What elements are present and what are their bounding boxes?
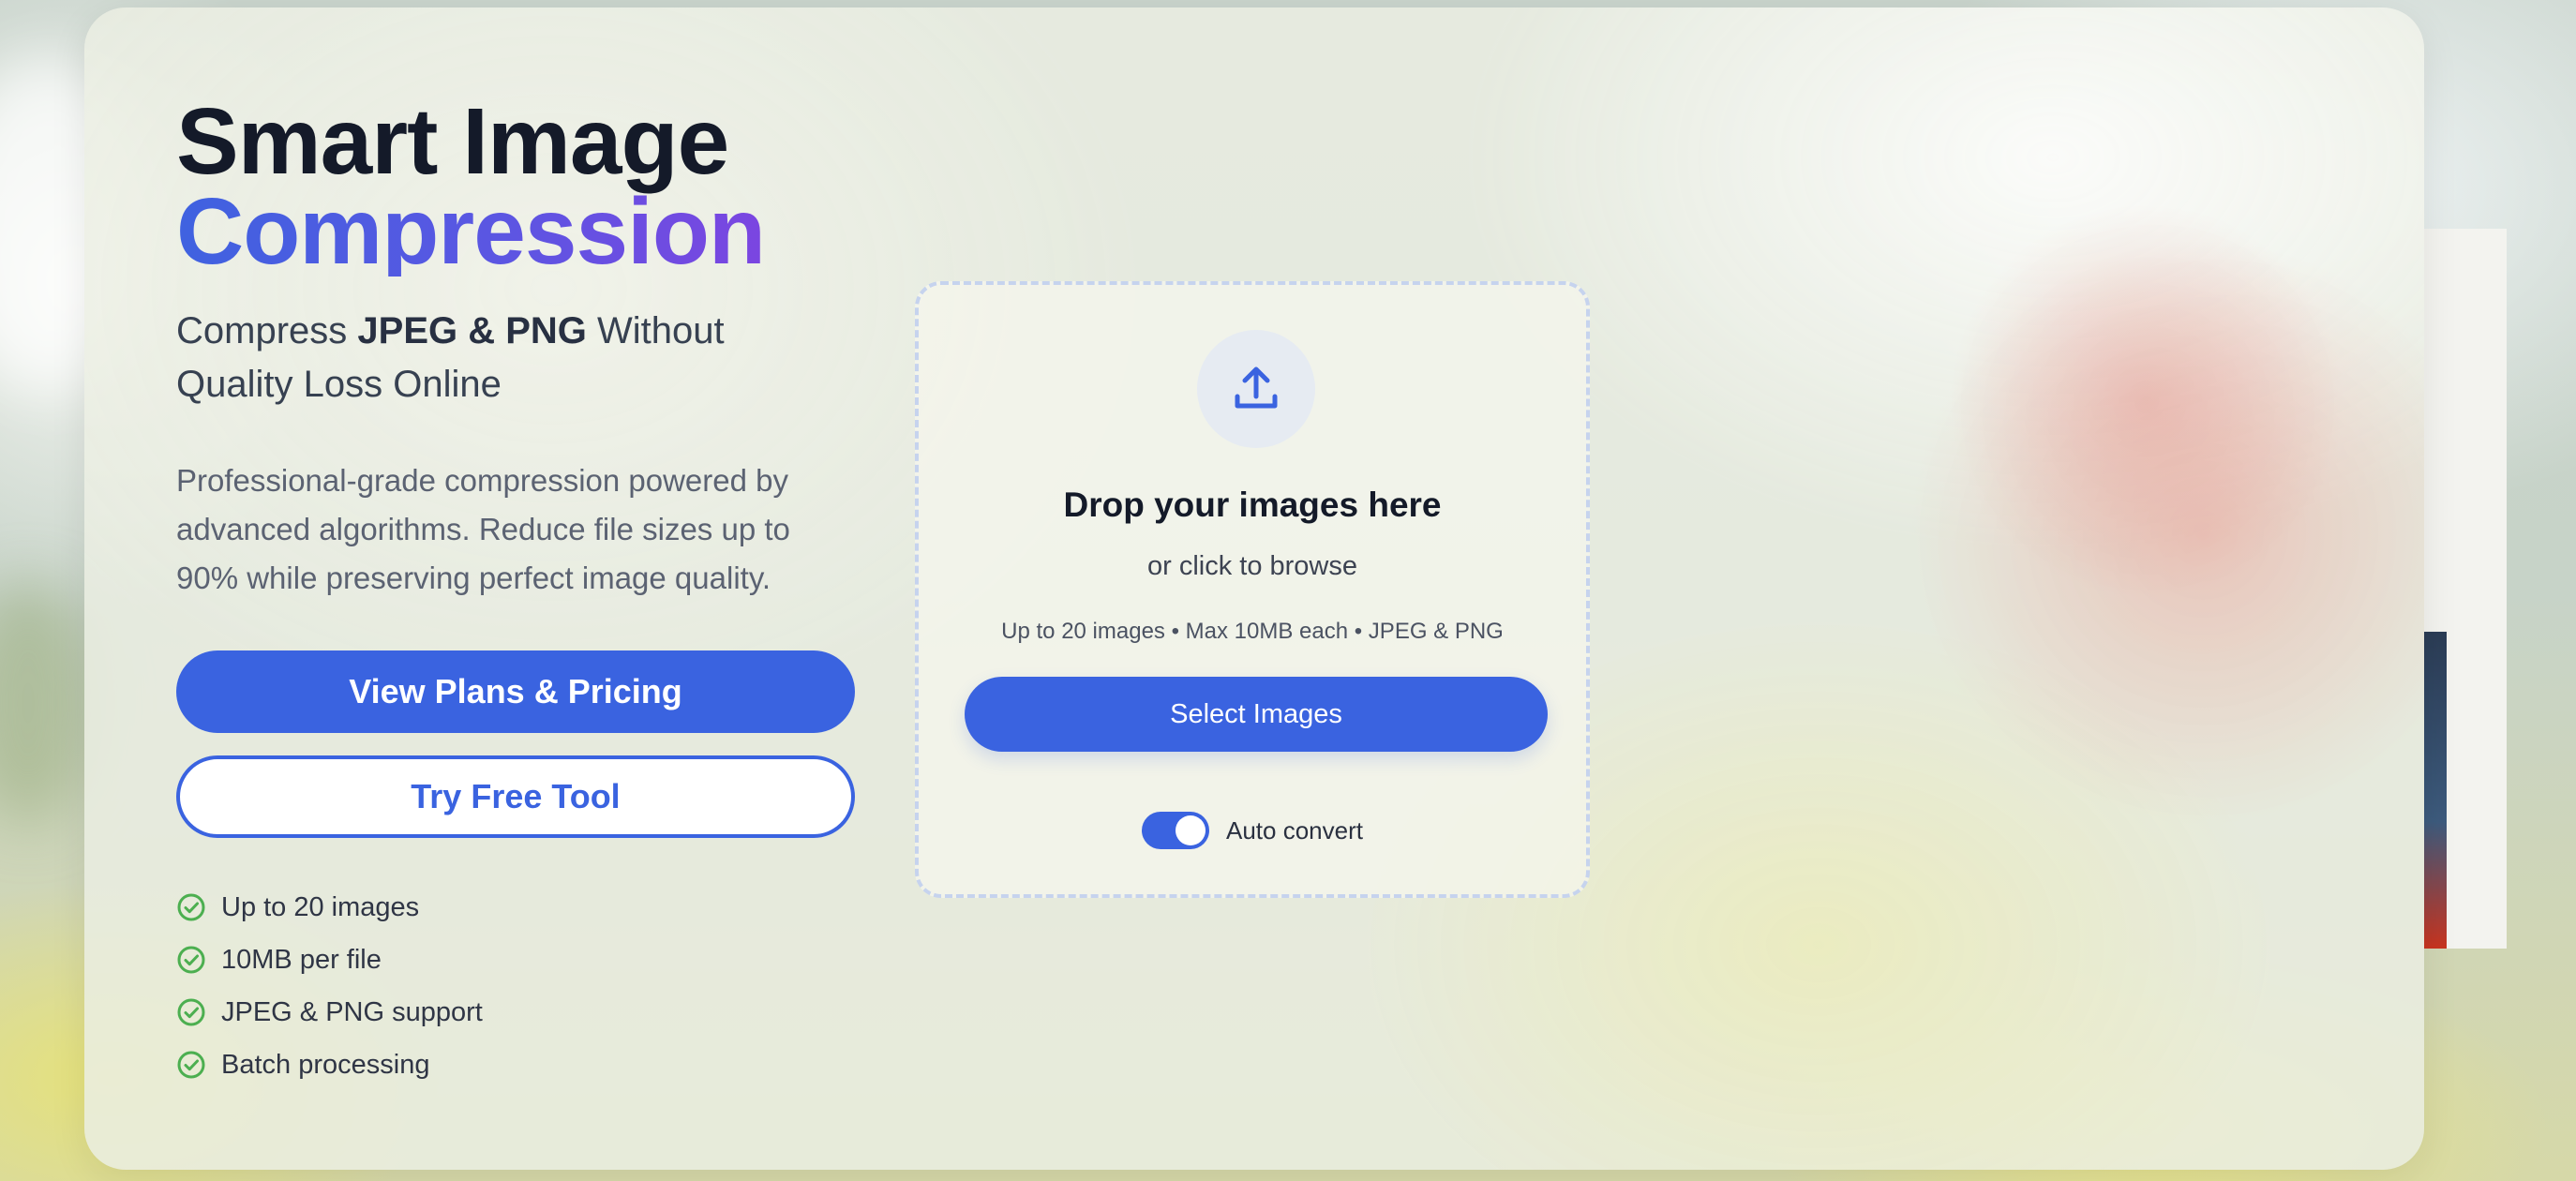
feature-item: Up to 20 images bbox=[176, 881, 483, 934]
feature-item: JPEG & PNG support bbox=[176, 986, 483, 1039]
auto-convert-label: Auto convert bbox=[1226, 815, 1363, 845]
check-circle-icon bbox=[177, 1051, 205, 1079]
check-circle-icon bbox=[177, 946, 205, 974]
auto-convert-toggle[interactable] bbox=[1142, 812, 1209, 849]
dropzone-title: Drop your images here bbox=[1063, 486, 1442, 524]
subtitle-prefix: Compress bbox=[176, 310, 358, 351]
background-image-panel bbox=[2424, 229, 2507, 949]
hero-subtitle: Compress JPEG & PNG Without Quality Loss… bbox=[176, 305, 832, 411]
upload-icon bbox=[1235, 366, 1278, 409]
feature-label: JPEG & PNG support bbox=[221, 996, 483, 1027]
view-plans-button[interactable]: View Plans & Pricing bbox=[176, 650, 855, 733]
feature-item: 10MB per file bbox=[176, 934, 483, 986]
hero-description: Professional-grade compression powered b… bbox=[176, 463, 790, 595]
subtitle-emphasis: JPEG & PNG bbox=[357, 310, 587, 351]
check-circle-icon bbox=[177, 893, 205, 921]
toggle-knob bbox=[1176, 815, 1206, 845]
feature-item: Batch processing bbox=[176, 1039, 483, 1091]
feature-label: Batch processing bbox=[221, 1049, 430, 1080]
feature-label: Up to 20 images bbox=[221, 891, 420, 922]
upload-icon-circle bbox=[1197, 330, 1315, 448]
try-free-tool-button[interactable]: Try Free Tool bbox=[176, 755, 855, 838]
check-circle-icon bbox=[177, 998, 205, 1026]
title-line-2: Compression bbox=[176, 185, 889, 278]
dropzone-limits: Up to 20 images • Max 10MB each • JPEG &… bbox=[1001, 619, 1504, 644]
background-image-strip bbox=[2424, 632, 2447, 949]
select-images-button[interactable]: Select Images bbox=[965, 677, 1548, 752]
feature-label: 10MB per file bbox=[221, 944, 382, 975]
auto-convert-row: Auto convert bbox=[919, 812, 1586, 849]
upload-dropzone[interactable]: Drop your images here or click to browse… bbox=[915, 281, 1590, 898]
background-leaf bbox=[0, 581, 94, 825]
dropzone-subtitle: or click to browse bbox=[1146, 551, 1357, 581]
hero-text: Smart Image Compression Compress JPEG & … bbox=[176, 89, 889, 603]
page-title: Smart Image Compression bbox=[176, 89, 889, 278]
hero-card: Smart Image Compression Compress JPEG & … bbox=[84, 7, 2424, 1170]
feature-list: Up to 20 images 10MB per file JPEG & PNG… bbox=[176, 881, 483, 1091]
title-line-1: Smart Image bbox=[176, 89, 729, 194]
